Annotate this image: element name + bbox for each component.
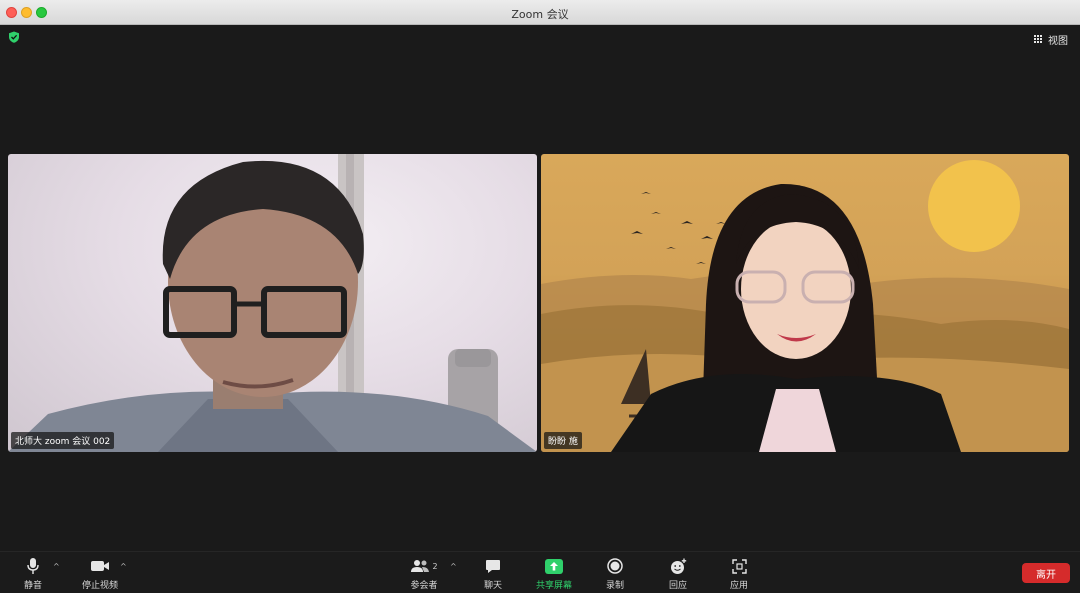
video-camera-icon (90, 557, 110, 575)
security-shield-icon[interactable] (8, 31, 20, 43)
window-titlebar: Zoom 会议 (0, 0, 1080, 25)
reactions-label: 回应 (668, 581, 687, 591)
participant-name-tag: 北师大 zoom 会议 002 (11, 432, 115, 449)
video-tile-participant-1[interactable]: 北师大 zoom 会议 002 (8, 154, 537, 452)
record-icon (607, 557, 623, 575)
participants-count: 2 (432, 561, 438, 571)
video-tile-participant-2[interactable]: 盼盼 施 (541, 154, 1069, 452)
reactions-button[interactable]: 回应 (667, 557, 689, 591)
chat-bubble-icon (485, 557, 501, 575)
stop-video-button[interactable]: 停止视频 (80, 557, 120, 591)
record-label: 录制 (605, 581, 624, 591)
video-options-chevron-up-icon[interactable]: ^ (120, 562, 127, 571)
participant-2-video (541, 160, 1069, 452)
leave-meeting-button[interactable]: 离开 (1022, 563, 1070, 583)
meeting-toolbar: 静音 ^ 停止视频 ^ 2 参会者 ^ 聊天 共享屏幕 录制 回应 应用 离开 (0, 551, 1080, 593)
chat-button[interactable]: 聊天 (482, 557, 504, 591)
apps-icon (731, 557, 747, 575)
view-button[interactable]: 视图 (1034, 31, 1068, 47)
view-label: 视图 (1048, 35, 1068, 47)
participant-1-video (8, 154, 537, 452)
share-screen-icon (545, 557, 563, 575)
share-screen-label: 共享屏幕 (535, 581, 572, 591)
share-screen-button[interactable]: 共享屏幕 (533, 557, 575, 591)
participant-name-tag: 盼盼 施 (544, 432, 582, 449)
meeting-area: 视图 北师大 zoom 会议 002 盼盼 施 (0, 25, 1080, 551)
chat-label: 聊天 (483, 581, 502, 591)
record-button[interactable]: 录制 (604, 557, 626, 591)
participants-button[interactable]: 2 参会者 (408, 557, 440, 591)
participants-icon: 2 (410, 557, 438, 575)
participants-label: 参会者 (410, 581, 438, 591)
stop-video-label: 停止视频 (81, 581, 118, 591)
emoji-plus-icon (670, 557, 687, 575)
microphone-icon (26, 557, 40, 575)
mute-label: 静音 (23, 581, 42, 591)
audio-options-chevron-up-icon[interactable]: ^ (53, 562, 60, 571)
mute-button[interactable]: 静音 (18, 557, 48, 591)
apps-label: 应用 (729, 581, 748, 591)
window-title: Zoom 会议 (511, 8, 569, 21)
grid-view-icon (1034, 34, 1043, 44)
participants-options-chevron-up-icon[interactable]: ^ (450, 562, 457, 571)
apps-button[interactable]: 应用 (728, 557, 750, 591)
